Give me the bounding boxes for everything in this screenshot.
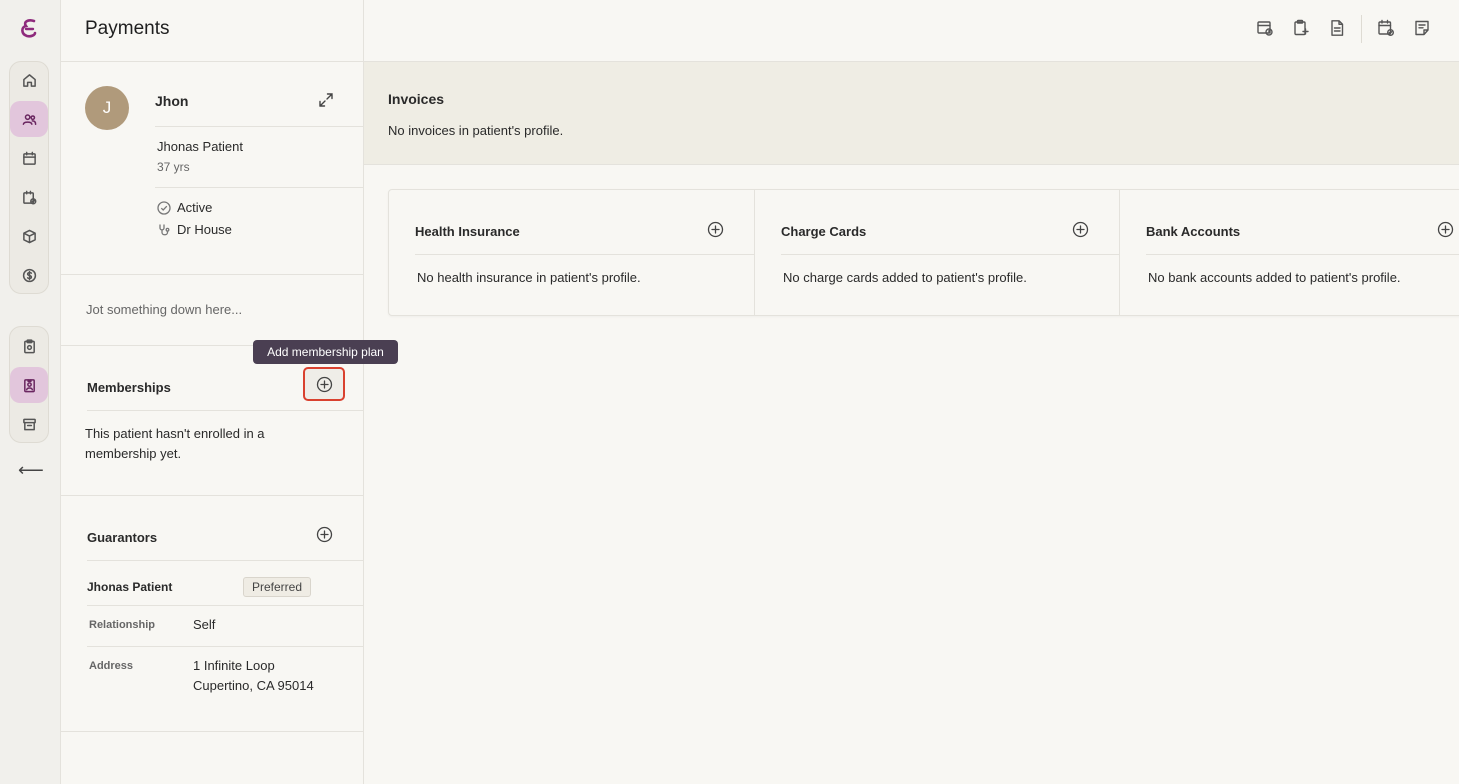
main-content: Invoices No invoices in patient's profil… — [364, 0, 1459, 784]
divider — [87, 410, 364, 411]
divider — [155, 187, 364, 188]
patient-provider: Dr House — [157, 222, 232, 237]
health-insurance-card: Health Insurance No health insurance in … — [389, 190, 755, 315]
patient-panel: Payments J Jhon Jhonas Patient 37 yrs Ac… — [61, 0, 364, 784]
card-empty: No health insurance in patient's profile… — [417, 270, 641, 285]
calendar-icon — [22, 151, 36, 165]
page-title: Payments — [85, 18, 170, 39]
patient-full-name: Jhonas Patient — [157, 139, 244, 154]
nav-payments[interactable] — [10, 367, 48, 403]
card-empty: No bank accounts added to patient's prof… — [1148, 270, 1401, 285]
plus-circle-icon — [316, 376, 332, 392]
nav-charts[interactable] — [10, 328, 48, 364]
note-icon[interactable] — [1413, 19, 1431, 37]
divider — [61, 731, 364, 732]
divider — [87, 646, 364, 647]
stethoscope-icon — [159, 224, 170, 235]
divider — [781, 254, 1119, 255]
plus-circle-icon — [1437, 221, 1453, 237]
calendar-check-icon — [22, 190, 36, 204]
address-line-1: 1 Infinite Loop — [193, 658, 275, 673]
status-label: Active — [177, 200, 213, 215]
clipboard-icon — [23, 338, 35, 353]
nav-patients[interactable] — [10, 101, 48, 137]
add-guarantor-button[interactable] — [314, 524, 334, 544]
archive-icon — [22, 418, 36, 430]
toolbar-divider — [1361, 15, 1362, 43]
clipboard-plus-icon[interactable] — [1292, 19, 1310, 37]
charge-cards-card: Charge Cards No charge cards added to pa… — [755, 190, 1120, 315]
home-icon — [22, 73, 36, 87]
nav-schedule[interactable] — [10, 179, 48, 215]
memberships-empty: This patient hasn't enrolled in a member… — [85, 426, 265, 461]
back-arrow-icon[interactable]: ⟵ — [18, 460, 44, 481]
divider — [61, 495, 364, 496]
nav-calendar[interactable] — [10, 140, 48, 176]
divider — [87, 560, 364, 561]
card-title: Charge Cards — [781, 224, 867, 239]
card-empty: No charge cards added to patient's profi… — [783, 270, 1027, 285]
provider-label: Dr House — [177, 222, 232, 237]
box-icon — [22, 229, 36, 243]
add-health-insurance-button[interactable] — [705, 219, 725, 239]
add-bank-account-button[interactable] — [1435, 219, 1455, 239]
dollar-icon — [22, 268, 36, 282]
expand-icon[interactable] — [317, 91, 335, 109]
payment-methods: Health Insurance No health insurance in … — [388, 189, 1459, 316]
app-logo[interactable] — [18, 17, 40, 41]
invoices-section: Invoices No invoices in patient's profil… — [364, 61, 1459, 165]
address-line-2: Cupertino, CA 95014 — [193, 678, 314, 693]
nav-home[interactable] — [10, 62, 48, 98]
memberships-title: Memberships — [87, 380, 171, 395]
check-circle-icon — [157, 200, 171, 215]
card-title: Health Insurance — [415, 224, 520, 239]
nav-archive[interactable] — [10, 406, 48, 442]
card-title: Bank Accounts — [1146, 224, 1241, 239]
plus-circle-icon — [707, 221, 723, 237]
plus-circle-icon — [1072, 221, 1088, 237]
invoices-title: Invoices — [388, 91, 445, 107]
bank-accounts-card: Bank Accounts No bank accounts added to … — [1120, 190, 1459, 315]
patient-status: Active — [157, 200, 212, 215]
divider — [61, 61, 364, 62]
relationship-label: Relationship — [89, 619, 156, 631]
divider — [1146, 254, 1459, 255]
address-label: Address — [89, 660, 134, 672]
divider — [415, 254, 754, 255]
patients-icon — [22, 113, 36, 125]
relationship-value: Self — [193, 617, 216, 632]
divider — [155, 126, 364, 127]
status-badge: Preferred — [243, 577, 312, 597]
nav-billing[interactable] — [10, 257, 48, 293]
add-membership-button[interactable] — [303, 367, 345, 401]
avatar: J — [85, 86, 129, 130]
patient-age: 37 yrs — [157, 160, 190, 174]
invoices-empty: No invoices in patient's profile. — [388, 123, 564, 138]
guarantor-name: Jhonas Patient — [87, 580, 173, 594]
plus-circle-icon — [316, 526, 332, 542]
badge-icon — [23, 378, 35, 392]
nav-rail: ⟵ — [0, 0, 61, 784]
patient-name: Jhon — [155, 93, 189, 109]
guarantors-title: Guarantors — [87, 530, 158, 545]
nav-inventory[interactable] — [10, 218, 48, 254]
note-input[interactable]: Jot something down here... — [86, 302, 242, 317]
divider — [87, 605, 364, 606]
divider — [61, 274, 364, 275]
calendar-check-icon[interactable] — [1377, 19, 1395, 37]
add-charge-card-button[interactable] — [1070, 219, 1090, 239]
document-icon[interactable] — [1328, 19, 1346, 37]
invoice-clock-icon[interactable] — [1256, 19, 1274, 37]
